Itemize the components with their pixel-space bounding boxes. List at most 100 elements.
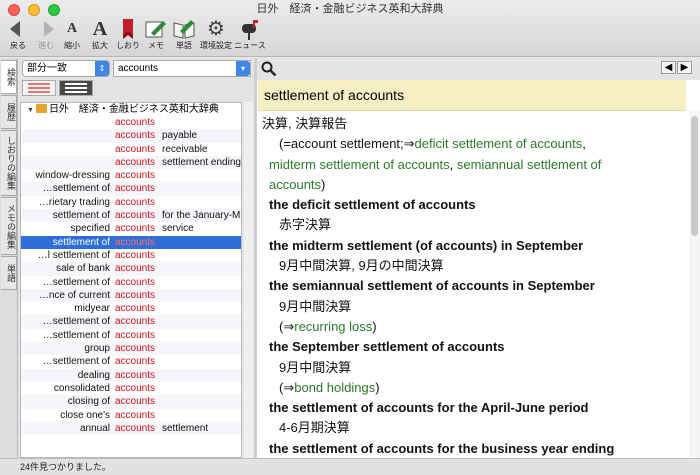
tab-search[interactable]: 検索 bbox=[1, 60, 17, 94]
result-prefix: …nce of current bbox=[38, 289, 110, 301]
result-list-scrollbar[interactable] bbox=[244, 102, 253, 458]
link-recurring-loss[interactable]: recurring loss bbox=[294, 319, 372, 334]
result-row[interactable]: dealing accounts bbox=[21, 368, 241, 382]
crossref-separator: , bbox=[582, 136, 586, 152]
search-input[interactable]: accounts ▾ bbox=[113, 60, 251, 77]
entry-scrollbar-thumb[interactable] bbox=[691, 116, 698, 236]
result-keyword: accounts bbox=[115, 316, 156, 328]
result-row[interactable]: accounts receivable bbox=[21, 143, 241, 156]
link-midterm-settlement[interactable]: midterm settlement of accounts bbox=[269, 157, 450, 172]
entry-toolbar: ◀ ▶ bbox=[257, 58, 700, 80]
result-keyword: accounts bbox=[115, 289, 156, 301]
next-entry-button[interactable]: ▶ bbox=[677, 61, 692, 74]
window-chrome: 日外 経済・金融ビジネス英和大辞典 戻る 進む A 縮小 A 拡大 しおり メモ… bbox=[0, 0, 700, 57]
result-row[interactable]: …rietary trading accounts bbox=[21, 196, 241, 209]
list-view-detail-button[interactable] bbox=[59, 80, 93, 96]
result-prefix: group bbox=[84, 343, 110, 355]
link-semiannual-settlement-a[interactable]: semiannual settlement of bbox=[457, 157, 602, 172]
tab-history[interactable]: 履歴 bbox=[1, 95, 17, 129]
result-prefix: midyear bbox=[74, 303, 110, 315]
previous-entry-button[interactable]: ◀ bbox=[661, 61, 676, 74]
result-row[interactable]: …settlement of accounts bbox=[21, 329, 241, 342]
settings-button[interactable]: ⚙ 環境設定 bbox=[199, 17, 233, 51]
result-row[interactable]: accounts settlement ending… bbox=[21, 155, 241, 170]
result-list[interactable]: ▼ 日外 経済・金融ビジネス英和大辞典 accounts accounts payab… bbox=[20, 102, 242, 458]
dictionary-name: 日外 経済・金融ビジネス英和大辞典 bbox=[48, 104, 219, 115]
result-suffix: settlement ending… bbox=[162, 156, 241, 168]
result-keyword: accounts bbox=[115, 409, 156, 421]
tab-bookmark-edit[interactable]: しおりの編集 bbox=[1, 130, 17, 196]
result-row[interactable]: settlement of accounts for the January-M… bbox=[21, 209, 241, 223]
result-keyword: accounts bbox=[115, 170, 156, 182]
dictionary-group-header[interactable]: ▼ 日外 経済・金融ビジネス英和大辞典 bbox=[21, 103, 241, 116]
link-deficit-settlement[interactable]: deficit settlement of accounts bbox=[415, 136, 583, 151]
result-prefix: sale of bank bbox=[56, 263, 110, 275]
result-keyword: accounts bbox=[115, 329, 156, 341]
result-keyword: accounts bbox=[115, 236, 156, 248]
result-prefix: …settlement of bbox=[42, 316, 110, 328]
result-prefix: annual bbox=[79, 422, 110, 434]
result-prefix: …rietary trading bbox=[38, 196, 110, 208]
forward-arrow-icon bbox=[44, 21, 54, 37]
list-view-toggle bbox=[22, 80, 93, 96]
result-keyword: accounts bbox=[115, 356, 156, 368]
result-row[interactable]: …settlement of accounts bbox=[21, 182, 241, 196]
tab-memo-edit[interactable]: メモの編集 bbox=[1, 197, 17, 255]
result-row[interactable]: consolidated accounts bbox=[21, 382, 241, 395]
list-view-simple-button[interactable] bbox=[22, 80, 56, 96]
subentry-deficit-ja: 赤字決算 bbox=[279, 217, 332, 233]
result-prefix: …l settlement of bbox=[37, 249, 110, 261]
result-row[interactable]: annual accounts settlement bbox=[21, 421, 241, 436]
result-row[interactable]: window-dressing accounts bbox=[21, 169, 241, 182]
small-a-icon: A bbox=[66, 21, 78, 36]
result-keyword: accounts bbox=[115, 183, 156, 195]
result-row[interactable]: …settlement of accounts bbox=[21, 315, 241, 329]
result-row[interactable]: sale of bank accounts bbox=[21, 262, 241, 276]
news-label: ニュース bbox=[234, 41, 266, 50]
entry-content: 決算, 決算報告 (=account settlement;⇒deficit s… bbox=[257, 111, 689, 458]
result-keyword: accounts bbox=[115, 210, 156, 222]
result-row[interactable]: …nce of current accounts bbox=[21, 288, 241, 303]
disclosure-triangle-icon[interactable]: ▼ bbox=[27, 107, 34, 114]
chevron-down-icon: ▾ bbox=[236, 61, 250, 76]
result-keyword: accounts bbox=[115, 223, 156, 235]
match-mode-select[interactable]: 部分一致 ⇕ bbox=[22, 60, 110, 77]
entry-headword: settlement of accounts bbox=[258, 80, 686, 111]
result-row[interactable]: specified accounts service bbox=[21, 222, 241, 235]
tab-wordbook[interactable]: 単語 bbox=[1, 256, 17, 290]
result-row[interactable]: settlement of accounts bbox=[21, 235, 241, 249]
result-keyword: accounts bbox=[115, 396, 156, 408]
result-keyword: accounts bbox=[115, 143, 156, 155]
result-row[interactable]: accounts payable bbox=[21, 129, 241, 143]
entry-crossref-line-2: midterm settlement of accounts, semiannu… bbox=[257, 155, 689, 175]
crossref-prefix: (=account settlement;⇒ bbox=[279, 136, 415, 152]
result-row[interactable]: midyear accounts bbox=[21, 302, 241, 315]
back-arrow-icon bbox=[10, 21, 20, 37]
chevron-down-icon: ⇕ bbox=[95, 61, 109, 76]
result-row[interactable]: …l settlement of accounts bbox=[21, 249, 241, 262]
result-row[interactable]: …settlement of accounts bbox=[21, 276, 241, 289]
subentry-midterm: the midterm settlement (of accounts) in … bbox=[269, 237, 584, 253]
news-button[interactable]: ニュース bbox=[232, 17, 268, 51]
wordbook-button[interactable]: 単語 bbox=[168, 17, 200, 51]
gear-icon: ⚙ bbox=[207, 18, 225, 40]
result-row[interactable]: …settlement of accounts bbox=[21, 355, 241, 368]
link-semiannual-settlement-b[interactable]: accounts bbox=[269, 177, 321, 192]
result-row[interactable]: accounts bbox=[21, 116, 241, 129]
memo-pencil-icon bbox=[145, 21, 166, 38]
result-suffix: payable bbox=[162, 130, 198, 142]
result-keyword: accounts bbox=[115, 156, 156, 168]
result-prefix: window-dressing bbox=[35, 170, 110, 182]
link-bond-holdings[interactable]: bond holdings bbox=[294, 380, 375, 395]
result-row[interactable]: group accounts bbox=[21, 342, 241, 356]
result-row[interactable]: close one's accounts bbox=[21, 409, 241, 422]
search-icon[interactable] bbox=[261, 61, 277, 77]
toolbar: 戻る 進む A 縮小 A 拡大 しおり メモ 単語 ⚙ 環境設定 ニュース bbox=[0, 17, 700, 55]
ref-close: ) bbox=[375, 379, 380, 395]
ref-close: ) bbox=[372, 318, 377, 334]
result-keyword: accounts bbox=[115, 117, 156, 128]
subentry-semiannual-ja: 9月中間決算 bbox=[279, 298, 352, 314]
mailbox-icon bbox=[242, 20, 258, 40]
result-row[interactable]: closing of accounts bbox=[21, 395, 241, 409]
result-prefix: …settlement of bbox=[42, 356, 110, 368]
